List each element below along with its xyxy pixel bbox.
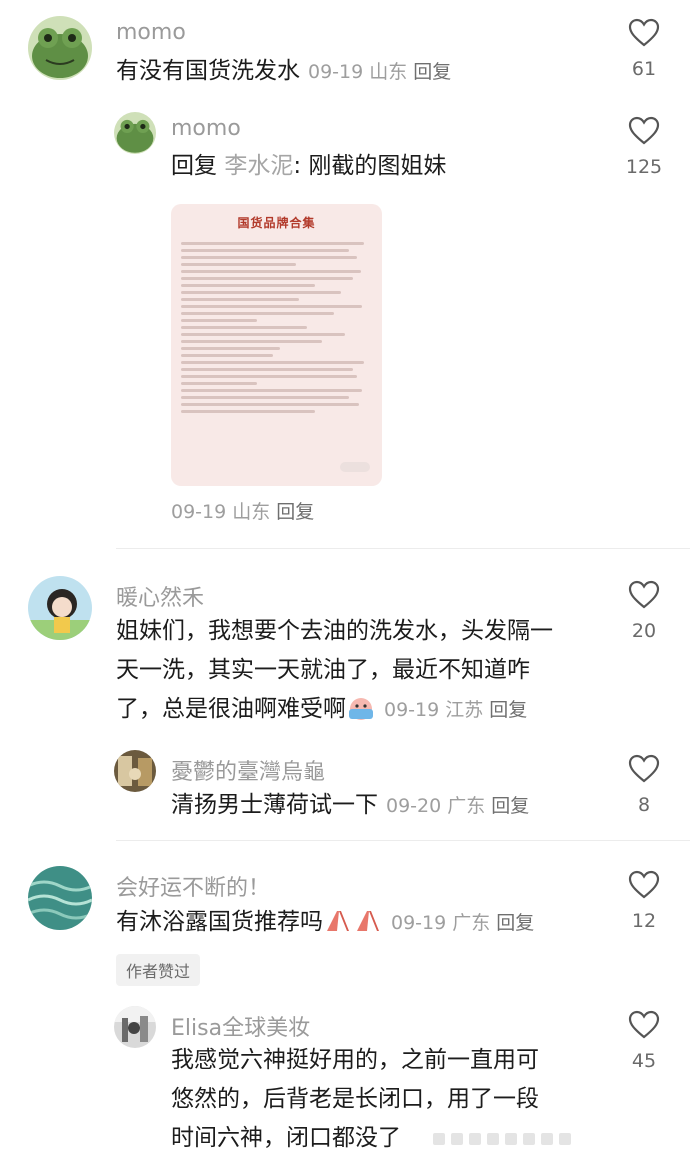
like-count: 12 — [631, 910, 657, 932]
reply-button[interactable]: 回复 — [496, 912, 534, 934]
heart-icon — [628, 580, 660, 609]
reply-prefix: 回复 — [171, 153, 217, 179]
comment-location: 广东 — [447, 795, 486, 817]
attached-image[interactable]: 国货品牌合集 — [171, 204, 382, 486]
username[interactable]: momo — [116, 20, 186, 45]
comment-location: 广东 — [452, 912, 491, 934]
photo-avatar-icon[interactable] — [114, 1006, 156, 1048]
comment-date: 09-19 — [391, 912, 447, 934]
image-title: 国货品牌合集 — [237, 216, 316, 230]
like-button[interactable]: 20 — [614, 580, 674, 642]
comment-text: 清扬男士薄荷试一下 09-20 广东 回复 — [171, 786, 529, 826]
comment-location: 山东 — [369, 61, 408, 83]
username[interactable]: 憂鬱的臺灣烏龜 — [171, 754, 325, 786]
like-button[interactable]: 61 — [614, 18, 674, 80]
reply-button[interactable]: 回复 — [276, 501, 314, 523]
comment-text: 有没有国货洗发水 09-19 山东 回复 — [116, 52, 451, 92]
photo-avatar-icon[interactable] — [114, 750, 156, 792]
crying-emoji-icon — [346, 695, 376, 734]
comment-text: 姐妹们，我想要个去油的洗发水，头发隔一 天一洗，其实一天就油了，最近不知道咋 了… — [116, 612, 606, 734]
comment-date: 09-19 — [308, 61, 364, 83]
comment-text: 回复 李水泥: 刚截的图姐妹 — [171, 147, 446, 186]
reply-target-user[interactable]: 李水泥 — [224, 153, 293, 179]
comment-line: 姐妹们，我想要个去油的洗发水，头发隔一 — [116, 618, 553, 644]
anime-girl-avatar-icon[interactable] — [28, 576, 92, 640]
like-count: 20 — [631, 620, 657, 642]
heart-icon — [628, 870, 660, 899]
comment-line: 天一洗，其实一天就油了，最近不知道咋 — [116, 657, 530, 683]
frog-avatar-icon[interactable] — [28, 16, 92, 80]
like-count: 61 — [631, 58, 657, 80]
comment-body: 有沐浴露国货推荐吗 — [116, 909, 323, 935]
comment-text: 有沐浴露国货推荐吗 09-19 广东 回复 — [116, 903, 534, 946]
divider — [116, 840, 690, 841]
comment-line: 了，总是很油啊难受啊 — [116, 696, 346, 722]
divider — [116, 548, 690, 549]
watermark-overlay — [430, 1128, 590, 1150]
reply-button[interactable]: 回复 — [491, 795, 529, 817]
comment-date: 09-20 — [386, 795, 442, 817]
heart-icon — [628, 754, 660, 783]
frog-avatar-icon[interactable] — [114, 112, 156, 154]
like-button[interactable]: 45 — [614, 1010, 674, 1072]
comment-body: 清扬男士薄荷试一下 — [171, 792, 378, 818]
username[interactable]: Elisa全球美妆 — [171, 1010, 310, 1042]
comment-date: 09-19 — [171, 501, 227, 523]
comment-line: 悠然的，后背老是长闭口，用了一段 — [171, 1086, 539, 1112]
like-count: 8 — [637, 794, 651, 816]
heart-icon — [628, 18, 660, 47]
image-text-rows — [181, 238, 372, 417]
comment-meta: 09-19 山东 回复 — [171, 492, 314, 532]
heart-icon — [628, 1010, 660, 1039]
heart-icon — [628, 116, 660, 145]
like-count: 45 — [631, 1050, 657, 1072]
like-button[interactable]: 125 — [614, 116, 674, 178]
comment-location: 江苏 — [445, 699, 484, 721]
username[interactable]: momo — [171, 116, 241, 141]
like-button[interactable]: 8 — [614, 754, 674, 816]
like-button[interactable]: 12 — [614, 870, 674, 932]
pray-hands-icon — [323, 907, 383, 946]
comment-date: 09-19 — [384, 699, 440, 721]
reply-button[interactable]: 回复 — [413, 61, 451, 83]
water-avatar-icon[interactable] — [28, 866, 92, 930]
reply-button[interactable]: 回复 — [489, 699, 527, 721]
author-liked-badge: 作者赞过 — [116, 954, 201, 986]
comment-location: 山东 — [232, 501, 271, 523]
watermark — [340, 462, 370, 472]
username[interactable]: 会好运不断的！ — [116, 870, 270, 902]
comment-body: : 刚截的图姐妹 — [293, 153, 447, 179]
comment-line: 我感觉六神挺好用的，之前一直用可 — [171, 1047, 539, 1073]
username[interactable]: 暖心然禾 — [116, 580, 204, 612]
like-count: 125 — [625, 156, 663, 178]
comment-body: 有没有国货洗发水 — [116, 58, 300, 84]
